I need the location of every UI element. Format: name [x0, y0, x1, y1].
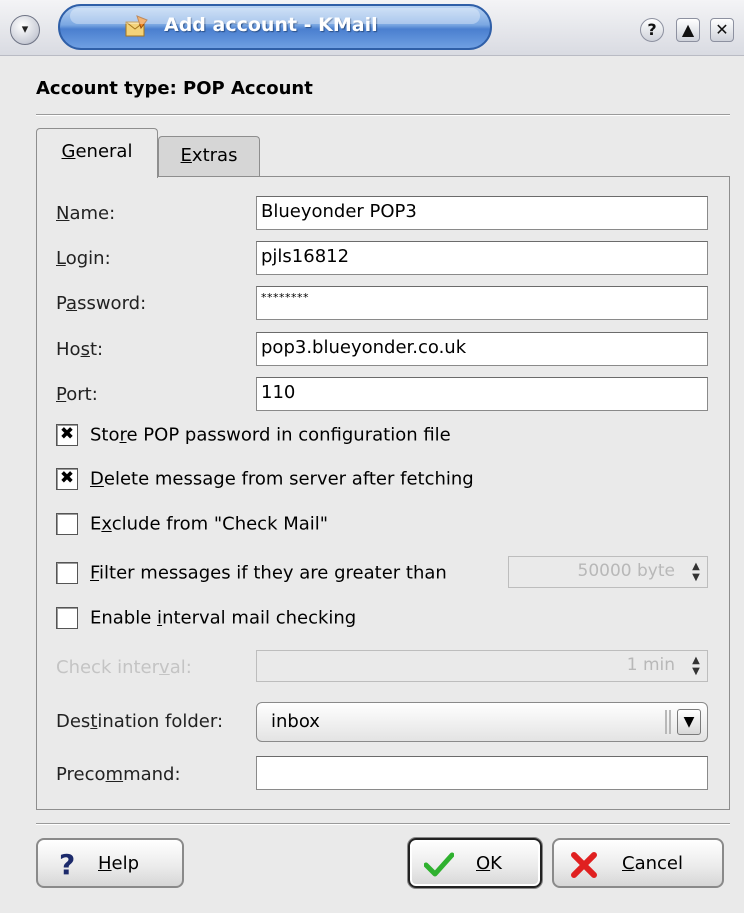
- interval-checking-label: Enable interval mail checking: [90, 607, 357, 629]
- check-interval-spinbox: 1 min ▲ ▼: [256, 650, 708, 682]
- account-type-heading: Account type: POP Account: [36, 78, 313, 99]
- exclude-check-mail-checkbox[interactable]: [56, 513, 78, 535]
- ok-button[interactable]: OK: [408, 838, 542, 888]
- exclude-check-mail-checkbox-row[interactable]: Exclude from "Check Mail": [56, 513, 328, 539]
- tab-general-label: eneral: [75, 141, 133, 162]
- login-label: Login:: [56, 248, 111, 269]
- filter-messages-checkbox[interactable]: [56, 562, 78, 584]
- checkmark-icon: [424, 852, 454, 877]
- filter-messages-checkbox-row[interactable]: Filter messages if they are greater than: [56, 562, 447, 588]
- check-interval-label: Check interval:: [56, 657, 192, 678]
- store-password-checkbox-row[interactable]: ✖ Store POP password in configuration fil…: [56, 424, 451, 450]
- host-field[interactable]: pop3.blueyonder.co.uk: [256, 332, 708, 366]
- spin-arrows-icon: ▲ ▼: [692, 655, 700, 677]
- name-label: Name:: [56, 203, 116, 224]
- destination-folder-label: Destination folder:: [56, 711, 224, 732]
- destination-folder-combo[interactable]: inbox ▼: [256, 702, 708, 742]
- exclude-check-mail-label: Exclude from "Check Mail": [90, 513, 329, 535]
- login-field[interactable]: pjls16812: [256, 241, 708, 275]
- delete-message-checkbox[interactable]: ✖: [56, 468, 78, 490]
- port-field[interactable]: 110: [256, 377, 708, 411]
- host-label: Host:: [56, 339, 104, 360]
- tab-extras-mnemonic: E: [180, 145, 192, 166]
- password-label: Password:: [56, 293, 147, 314]
- tab-general[interactable]: General: [36, 128, 158, 178]
- maximize-icon[interactable]: ▲: [676, 18, 700, 42]
- combo-grip: [665, 710, 671, 734]
- store-password-label: Store POP password in configuration file: [90, 424, 451, 446]
- precommand-field[interactable]: [256, 756, 708, 790]
- window-title: Add account - KMail: [164, 14, 378, 36]
- ok-button-label: OK: [476, 853, 502, 874]
- port-label: Port:: [56, 384, 98, 405]
- filter-size-value: 50000 byte: [577, 561, 675, 581]
- tab-general-mnemonic: G: [61, 141, 76, 162]
- interval-checking-checkbox-row[interactable]: Enable interval mail checking: [56, 607, 356, 633]
- cancel-button[interactable]: Cancel: [552, 838, 724, 888]
- tab-extras[interactable]: Extras: [158, 136, 260, 176]
- kmail-app-icon: [125, 15, 148, 37]
- filter-size-spinbox: 50000 byte ▲ ▼: [508, 556, 708, 588]
- check-interval-value: 1 min: [626, 655, 675, 675]
- question-mark-icon: ?: [59, 849, 75, 879]
- cancel-x-icon: [571, 852, 597, 878]
- destination-folder-value: inbox: [271, 711, 320, 732]
- password-field[interactable]: ********: [256, 286, 708, 320]
- chevron-down-icon: ▾: [21, 22, 29, 37]
- precommand-label: Precommand:: [56, 764, 181, 785]
- store-password-checkbox[interactable]: ✖: [56, 424, 78, 446]
- help-button-label: Help: [98, 853, 140, 874]
- title-pill: Add account - KMail: [58, 4, 492, 50]
- tab-extras-label: xtras: [191, 145, 238, 166]
- dropdown-arrow-icon[interactable]: ▼: [677, 709, 701, 735]
- svg-text:?: ?: [59, 849, 75, 879]
- close-icon[interactable]: ✕: [710, 18, 734, 42]
- delete-message-checkbox-row[interactable]: ✖ Delete message from server after fetchi…: [56, 468, 474, 494]
- title-bar[interactable]: ▾ Add account - KMail ? ▲ ✕: [0, 0, 744, 56]
- window-menu-button[interactable]: ▾: [10, 15, 40, 45]
- filter-messages-label: Filter messages if they are greater than: [90, 562, 447, 584]
- help-button[interactable]: ? Help: [36, 838, 184, 888]
- spin-arrows-icon: ▲ ▼: [692, 561, 700, 583]
- delete-message-label: Delete message from server after fetchin…: [90, 468, 474, 490]
- name-field[interactable]: Blueyonder POP3: [256, 196, 708, 230]
- help-icon[interactable]: ?: [640, 18, 664, 42]
- header-divider: [36, 114, 730, 116]
- interval-checking-checkbox[interactable]: [56, 607, 78, 629]
- cancel-button-label: Cancel: [622, 853, 683, 874]
- footer-divider: [36, 823, 730, 825]
